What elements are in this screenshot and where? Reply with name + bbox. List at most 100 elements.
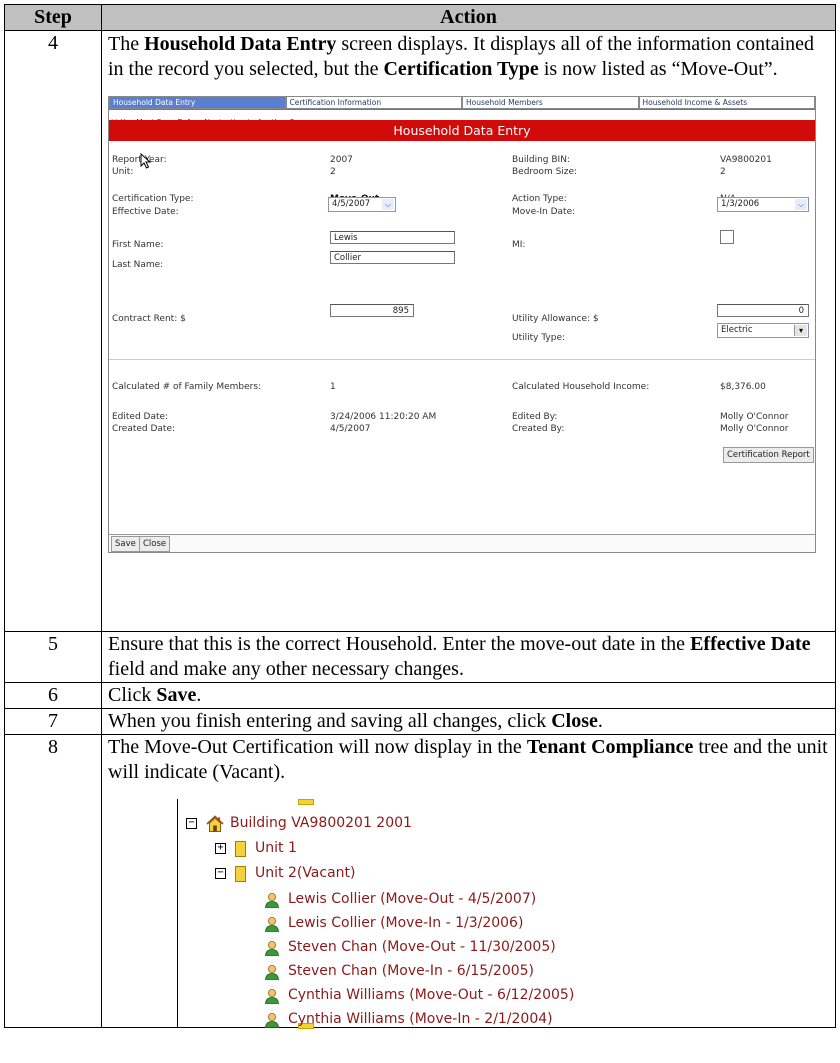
bedroom-size-label: Bedroom Size: — [512, 167, 578, 177]
save-button[interactable]: Save — [111, 536, 140, 552]
step-text: The Household Data Entry screen displays… — [108, 31, 829, 82]
move-in-date-label: Move-In Date: — [512, 207, 576, 217]
step-number: 6 — [4, 682, 102, 709]
move-in-date-select[interactable]: 1/3/2006 ⌵ — [717, 197, 809, 212]
household-income-value: $8,376.00 — [720, 382, 766, 392]
step-row-6: 6 Click Save. — [4, 682, 836, 709]
tree-node-label: Steven Chan (Move-In - 6/15/2005) — [288, 963, 535, 979]
tree-node-label: Lewis Collier (Move-In - 1/3/2006) — [288, 915, 524, 931]
action-header: Action — [101, 4, 836, 31]
family-members-label: Calculated # of Family Members: — [112, 382, 262, 392]
unit-value: 2 — [330, 167, 336, 177]
tree-node-label: Unit 1 — [255, 840, 297, 856]
person-icon — [265, 1012, 279, 1028]
step-text: The Move-Out Certification will now disp… — [108, 735, 829, 785]
person-icon — [265, 892, 279, 908]
tree-node-label: Steven Chan (Move-Out - 11/30/2005) — [288, 939, 556, 955]
tree-node-label: Unit 2(Vacant) — [255, 865, 356, 881]
step-action: Click Save. — [101, 682, 836, 709]
tree-node-unit-2[interactable]: − Unit 2(Vacant) — [215, 861, 356, 886]
person-icon — [265, 964, 279, 980]
folder-icon — [235, 865, 246, 882]
certification-report-button[interactable]: Certification Report — [723, 447, 814, 463]
step-action: Ensure that this is the correct Househol… — [101, 631, 836, 683]
collapse-icon[interactable]: − — [215, 868, 226, 879]
contract-rent-input[interactable]: 895 — [330, 304, 414, 317]
mi-input[interactable] — [720, 230, 734, 244]
effective-date-value: 4/5/2007 — [332, 199, 371, 209]
steps-table: Step Action 4 The Household Data Entry s… — [4, 4, 836, 1029]
step-action: The Move-Out Certification will now disp… — [101, 734, 836, 1029]
tab-household-income-assets[interactable]: Household Income & Assets — [638, 97, 815, 109]
contract-rent-label: Contract Rent: $ — [112, 314, 186, 324]
last-name-label: Last Name: — [112, 260, 164, 270]
person-icon — [265, 940, 279, 956]
created-by-value: Molly O'Connor — [720, 424, 789, 434]
building-bin-value: VA9800201 — [720, 155, 772, 165]
bold-text: Close — [551, 710, 598, 732]
text: . — [597, 710, 603, 732]
utility-type-label: Utility Type: — [512, 333, 566, 343]
tree-node-tenant[interactable]: Cynthia Williams (Move-In - 2/1/2004) — [264, 1007, 553, 1032]
chevron-down-icon: ⌵ — [795, 199, 807, 210]
collapse-icon[interactable]: − — [186, 818, 197, 829]
expand-icon[interactable]: + — [215, 843, 226, 854]
household-data-entry-screenshot: Household Data Entry Certification Infor… — [108, 96, 816, 553]
step-row-4: 4 The Household Data Entry screen displa… — [4, 30, 836, 632]
text: field and make any other necessary chang… — [108, 658, 464, 680]
effective-date-label: Effective Date: — [112, 207, 179, 217]
step-header: Step — [4, 4, 102, 31]
last-name-input[interactable]: Collier — [330, 251, 455, 264]
tenant-compliance-tree: − Building VA9800201 2001 + Unit 1 − Uni… — [108, 799, 608, 1029]
tree-node-tenant[interactable]: Steven Chan (Move-Out - 11/30/2005) — [264, 935, 556, 960]
tab-certification-information[interactable]: Certification Information — [285, 97, 462, 109]
step-number: 7 — [4, 708, 102, 735]
move-in-date-value: 1/3/2006 — [721, 199, 760, 209]
form-title: Household Data Entry — [109, 120, 815, 141]
divider — [109, 359, 815, 360]
person-icon — [265, 988, 279, 1004]
tree-node-tenant[interactable]: Cynthia Williams (Move-Out - 6/12/2005) — [264, 983, 574, 1008]
tree-node-unit-1[interactable]: + Unit 1 — [215, 836, 297, 861]
text: is now listed as “Move-Out”. — [538, 58, 778, 80]
text: Click — [108, 684, 157, 706]
tree-node-tenant[interactable]: Steven Chan (Move-In - 6/15/2005) — [264, 959, 534, 984]
text: . — [196, 684, 202, 706]
household-income-label: Calculated Household Income: — [512, 382, 650, 392]
header-row: Step Action — [4, 4, 836, 31]
tree-node-tenant[interactable]: Lewis Collier (Move-Out - 4/5/2007) — [264, 887, 536, 912]
chevron-down-icon: ⌵ — [382, 199, 394, 210]
tab-household-members[interactable]: Household Members — [462, 97, 639, 109]
family-members-value: 1 — [330, 382, 336, 392]
action-bar: Save Close — [109, 534, 815, 552]
tab-household-data-entry[interactable]: Household Data Entry — [109, 97, 286, 109]
text: Ensure that this is the correct Househol… — [108, 633, 691, 655]
utility-type-value: Electric — [721, 325, 753, 335]
tree-node-label: Lewis Collier (Move-Out - 4/5/2007) — [288, 891, 537, 907]
utility-type-select[interactable]: Electric ▾ — [717, 323, 809, 338]
mouse-cursor-icon — [140, 153, 152, 169]
tab-bar: Household Data Entry Certification Infor… — [109, 97, 815, 110]
text: The — [108, 33, 145, 55]
step-action: The Household Data Entry screen displays… — [101, 30, 836, 632]
text: When you finish entering and saving all … — [108, 710, 552, 732]
bedroom-size-value: 2 — [720, 167, 726, 177]
tree-node-tenant[interactable]: Lewis Collier (Move-In - 1/3/2006) — [264, 911, 523, 936]
person-icon — [265, 916, 279, 932]
close-button[interactable]: Close — [139, 536, 171, 552]
bold-text: Certification Type — [383, 58, 539, 80]
mi-label: MI: — [512, 240, 526, 250]
created-date-label: Created Date: — [112, 424, 176, 434]
step-row-5: 5 Ensure that this is the correct Househ… — [4, 631, 836, 683]
utility-allowance-input[interactable]: 0 — [717, 304, 809, 317]
folder-icon — [235, 840, 246, 857]
unit-label: Unit: — [112, 167, 134, 177]
effective-date-select[interactable]: 4/5/2007 ⌵ — [328, 197, 396, 212]
tree-node-label: Cynthia Williams (Move-In - 2/1/2004) — [288, 1011, 553, 1027]
bold-text: Save — [156, 684, 197, 706]
chevron-down-icon: ▾ — [794, 325, 807, 336]
first-name-input[interactable]: Lewis — [330, 231, 455, 244]
created-date-value: 4/5/2007 — [330, 424, 371, 434]
tree-node-building[interactable]: − Building VA9800201 2001 — [186, 811, 412, 836]
folder-icon — [298, 799, 314, 805]
